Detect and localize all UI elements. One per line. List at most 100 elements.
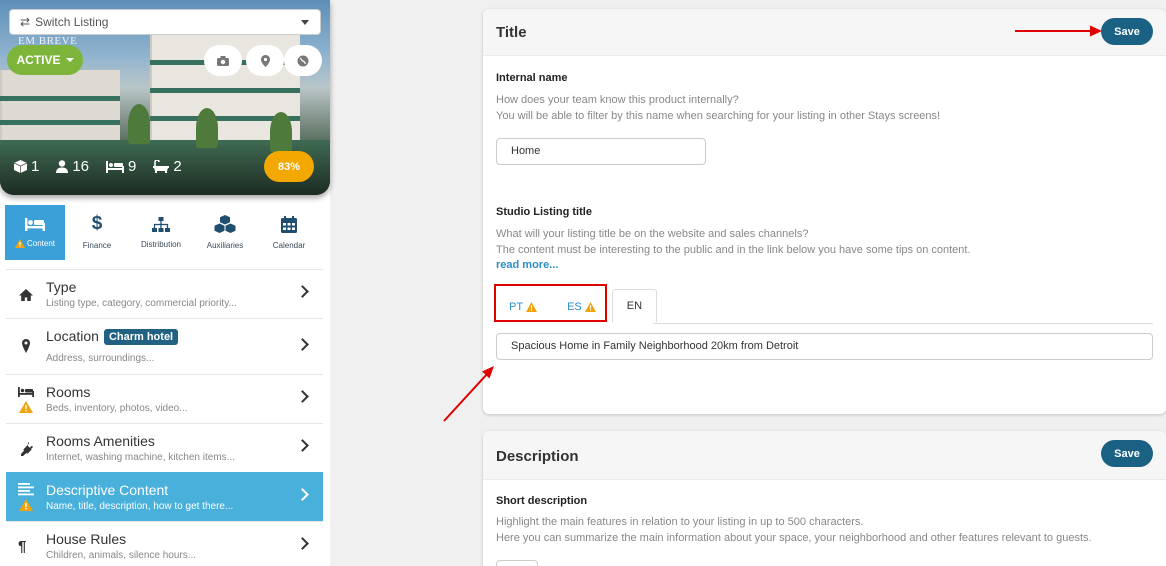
guests-icon xyxy=(56,160,69,173)
description-panel-header: Description Save xyxy=(483,431,1166,480)
paragraph-icon: ¶ xyxy=(18,538,27,555)
title-panel-header: Title Save xyxy=(483,9,1166,56)
category-tabs: Content $ Finance Distribution Auxiliari… xyxy=(5,205,323,260)
location-button[interactable] xyxy=(246,45,284,76)
status-dropdown-button[interactable]: ACTIVE xyxy=(7,45,83,75)
short-description-label: Short description xyxy=(496,495,588,507)
photos-button[interactable] xyxy=(204,45,242,76)
caret-down-icon xyxy=(65,58,74,62)
chevron-right-icon xyxy=(296,338,309,351)
bathtub-icon xyxy=(153,160,170,173)
studio-title-help: What will your listing title be on the w… xyxy=(496,228,809,240)
stat-guests: 16 xyxy=(56,158,89,175)
save-button[interactable]: Save xyxy=(1101,440,1153,467)
menu-item-type[interactable]: Type Listing type, category, commercial … xyxy=(6,269,323,318)
warning-icon xyxy=(14,238,25,248)
status-label: ACTIVE xyxy=(16,53,61,67)
chevron-right-icon xyxy=(296,285,309,298)
chevron-down-icon xyxy=(301,20,309,25)
menu-item-subtitle: Name, title, description, how to get the… xyxy=(46,501,234,512)
short-description-input[interactable] xyxy=(496,560,538,566)
tab-auxiliaries[interactable]: Auxiliaries xyxy=(193,205,257,260)
switch-listing-select[interactable]: ⇄ Switch Listing xyxy=(9,9,321,35)
stat-units: 1 xyxy=(14,158,39,175)
listing-title-input[interactable]: Spacious Home in Family Neighborhood 20k… xyxy=(496,333,1153,360)
listing-stats: 1 16 9 2 xyxy=(14,158,182,175)
align-left-icon xyxy=(18,483,34,496)
tab-distribution-label: Distribution xyxy=(140,239,181,249)
home-icon xyxy=(19,289,33,301)
menu-item-title: House Rules xyxy=(46,531,127,547)
tab-content-label: Content xyxy=(26,238,56,248)
map-pin-icon xyxy=(22,339,30,353)
menu-item-subtitle: Listing type, category, commercial prior… xyxy=(46,298,237,309)
internal-name-help: How does your team know this product int… xyxy=(496,94,739,106)
menu-item-title: Rooms Amenities xyxy=(46,433,155,449)
tab-finance-label: Finance xyxy=(82,241,112,250)
tab-distribution[interactable]: Distribution xyxy=(129,205,193,260)
menu-item-title: Location xyxy=(46,328,99,344)
swap-arrows-icon: ⇄ xyxy=(20,15,31,29)
sidebar: EM BREVE ⇄ Switch Listing ACTIVE 1 16 9 … xyxy=(0,0,330,566)
menu-item-subtitle: Internet, washing machine, kitchen items… xyxy=(46,452,235,463)
cube-icon xyxy=(14,160,27,173)
studio-title-help: The content must be interesting to the p… xyxy=(496,244,971,256)
save-button[interactable]: Save xyxy=(1101,18,1153,45)
menu-item-title: Rooms xyxy=(46,384,91,400)
cubes-icon xyxy=(214,215,236,233)
website-button[interactable] xyxy=(284,45,322,76)
camera-icon xyxy=(217,55,229,66)
tab-lang-en[interactable]: EN xyxy=(611,289,658,323)
read-more-link[interactable]: read more... xyxy=(496,259,558,271)
menu-item-title: Descriptive Content xyxy=(46,482,169,498)
menu-item-rooms-amenities[interactable]: Rooms Amenities Internet, washing machin… xyxy=(6,423,323,472)
plug-icon xyxy=(21,442,33,456)
tab-content[interactable]: Content xyxy=(5,205,65,260)
chevron-right-icon xyxy=(296,439,309,452)
tab-calendar[interactable]: Calendar xyxy=(257,205,321,260)
stat-bathrooms: 2 xyxy=(153,158,182,175)
menu-item-subtitle: Beds, inventory, photos, video... xyxy=(46,403,188,414)
annotation-highlight-box xyxy=(494,284,607,322)
charm-hotel-badge: Charm hotel xyxy=(103,329,179,345)
short-description-help: Here you can summarize the main informat… xyxy=(496,532,1092,544)
panel-title: Title xyxy=(496,24,527,41)
map-marker-icon xyxy=(260,54,270,67)
internal-name-help: You will be able to filter by this name … xyxy=(496,110,941,122)
switch-listing-label: Switch Listing xyxy=(35,15,109,29)
menu-item-rooms[interactable]: Rooms Beds, inventory, photos, video... xyxy=(6,374,323,423)
content-menu: Type Listing type, category, commercial … xyxy=(6,269,323,566)
menu-item-descriptive-content[interactable]: Descriptive Content Name, title, descrip… xyxy=(6,472,323,521)
photo-building-left xyxy=(0,70,120,140)
warning-icon xyxy=(19,401,33,413)
warning-icon xyxy=(19,499,33,511)
completion-score-badge[interactable]: 83% xyxy=(264,151,314,182)
chevron-right-icon xyxy=(296,488,309,501)
dollar-icon: $ xyxy=(91,213,103,234)
menu-item-title: Type xyxy=(46,279,77,295)
bed-icon xyxy=(106,160,125,173)
sitemap-icon xyxy=(152,216,170,232)
internal-name-label: Internal name xyxy=(496,72,568,84)
bed-icon xyxy=(25,217,45,231)
menu-item-house-rules[interactable]: ¶ House Rules Children, animals, silence… xyxy=(6,521,323,566)
globe-icon xyxy=(297,55,309,66)
bed-icon xyxy=(18,387,34,397)
tab-finance[interactable]: $ Finance xyxy=(65,205,129,260)
menu-item-location[interactable]: Location Charm hotel Address, surrounding… xyxy=(6,318,323,374)
studio-title-label: Studio Listing title xyxy=(496,206,592,218)
calendar-icon xyxy=(281,215,297,233)
listing-photo: EM BREVE ⇄ Switch Listing ACTIVE 1 16 9 … xyxy=(0,0,330,195)
tab-auxiliaries-label: Auxiliaries xyxy=(206,241,244,250)
panel-title: Description xyxy=(496,448,579,465)
title-panel: Title Save Internal name How does your t… xyxy=(483,9,1166,414)
menu-item-subtitle: Children, animals, silence hours... xyxy=(46,550,197,561)
tab-calendar-label: Calendar xyxy=(272,240,306,250)
chevron-right-icon xyxy=(296,390,309,403)
chevron-right-icon xyxy=(296,537,309,550)
short-description-help: Highlight the main features in relation … xyxy=(496,516,864,528)
description-panel: Description Save Short description Highl… xyxy=(483,431,1166,566)
tab-divider xyxy=(653,323,1153,324)
internal-name-input[interactable]: Home xyxy=(496,138,706,165)
stat-beds: 9 xyxy=(106,158,136,175)
